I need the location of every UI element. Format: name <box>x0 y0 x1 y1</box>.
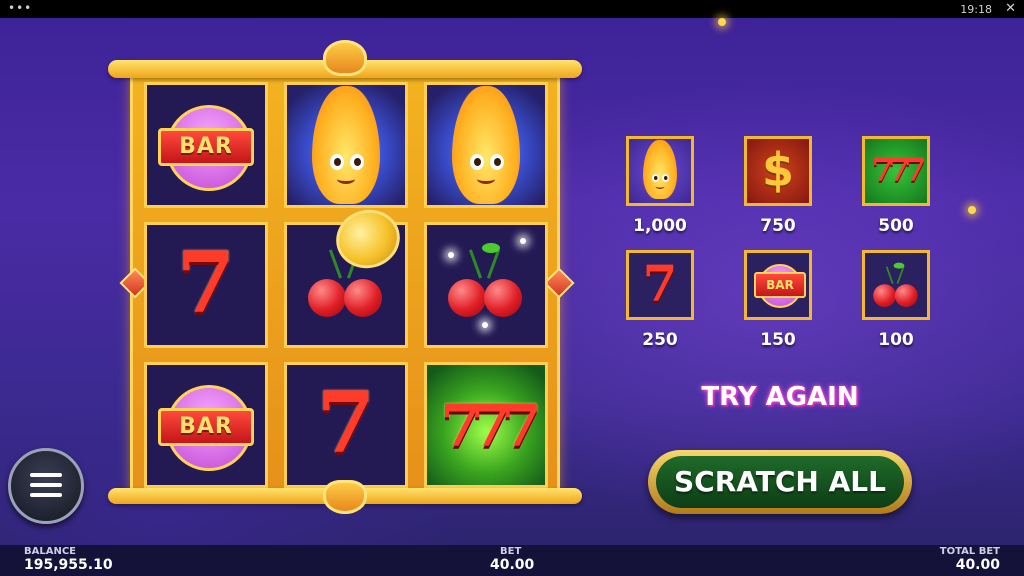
balance-label: BALANCE <box>24 546 77 557</box>
bet-value: 40.00 <box>490 557 535 573</box>
board-crest-top <box>108 40 582 78</box>
bet-label: BET <box>500 546 522 557</box>
scratch-cell-7[interactable]: BAR <box>144 362 268 488</box>
paytable-cherry-tile <box>862 250 930 320</box>
scratch-cell-1[interactable]: BAR <box>144 82 268 208</box>
cherry-icon <box>872 262 920 313</box>
flame-character-symbol <box>444 86 528 206</box>
result-message: TRY AGAIN <box>701 382 859 412</box>
hamburger-icon-line <box>30 483 62 487</box>
paytable-seven-tile: 7 <box>626 250 694 320</box>
glow-orb <box>968 206 976 214</box>
paytable-value: 500 <box>878 216 914 236</box>
scratch-cell-4[interactable]: 7 <box>144 222 268 348</box>
seven-icon: 7 <box>642 254 678 313</box>
dollar-icon: $ <box>761 143 794 197</box>
cherry-symbol <box>446 243 526 327</box>
paytable-value: 750 <box>760 216 796 236</box>
triple-seven-icon: 777 <box>871 151 927 189</box>
scratch-cell-3[interactable] <box>424 82 548 208</box>
total-bet-value: 40.00 <box>955 557 1000 573</box>
glow-orb <box>718 18 726 26</box>
scratch-cell-6[interactable] <box>424 222 548 348</box>
bar-symbol: BAR <box>158 385 254 471</box>
scratch-all-label: SCRATCH ALL <box>656 456 904 508</box>
scratch-cell-9[interactable]: 777 <box>424 362 548 488</box>
bottom-info-bar: BALANCE 195,955.10 BET 40.00 TOTAL BET 4… <box>0 545 1024 576</box>
paytable-value: 100 <box>878 330 914 350</box>
sparkle-icon <box>520 238 526 244</box>
scratch-all-button[interactable]: SCRATCH ALL <box>648 450 912 514</box>
triple-seven-symbol: 777 <box>440 392 541 460</box>
paytable-flame-tile <box>626 136 694 206</box>
paytable-dollar-tile: $ <box>744 136 812 206</box>
board-crest-bottom <box>108 480 582 514</box>
hamburger-icon <box>30 473 62 477</box>
sparkle-icon <box>448 252 454 258</box>
paytable-triple-seven-tile: 777 <box>862 136 930 206</box>
total-bet-label: TOTAL BET <box>939 546 1000 557</box>
clock: 19:18 <box>960 3 992 16</box>
status-bar: ••• 19:18 ✕ <box>0 0 1024 18</box>
scratch-cell-8[interactable]: 7 <box>284 362 408 488</box>
paytable-bar-tile: BAR <box>744 250 812 320</box>
paytable-value: 150 <box>760 330 796 350</box>
scratch-cell-2[interactable] <box>284 82 408 208</box>
cherry-symbol <box>306 243 386 327</box>
paytable-value: 250 <box>642 330 678 350</box>
flame-character-symbol <box>304 86 388 206</box>
seven-symbol: 7 <box>176 233 236 332</box>
menu-button[interactable] <box>8 448 84 524</box>
seven-symbol: 7 <box>316 373 376 472</box>
flame-character-icon <box>639 140 681 200</box>
close-icon[interactable]: ✕ <box>1005 1 1016 16</box>
hamburger-icon-line <box>30 493 62 497</box>
bar-icon: BAR <box>754 272 806 298</box>
more-options-icon[interactable]: ••• <box>8 1 32 15</box>
sparkle-icon <box>482 322 488 328</box>
balance-value: 195,955.10 <box>24 557 113 573</box>
bar-symbol: BAR <box>158 105 254 191</box>
paytable-value: 1,000 <box>633 216 687 236</box>
